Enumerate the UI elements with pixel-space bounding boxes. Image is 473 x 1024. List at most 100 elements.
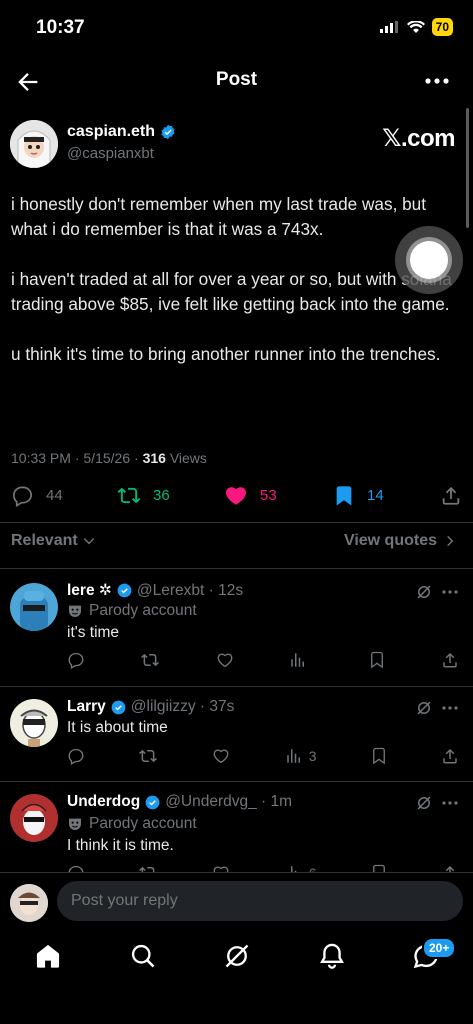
avatar-image <box>10 699 58 747</box>
more-button[interactable] <box>423 70 451 92</box>
watermark-text: 𝕏.com <box>382 125 455 152</box>
author-handle[interactable]: @caspianxbt <box>67 145 154 162</box>
composer-avatar[interactable] <box>10 884 48 922</box>
views-icon <box>290 866 296 872</box>
reply-repost-button[interactable] <box>138 747 158 765</box>
repost-icon <box>139 749 158 763</box>
reply-avatar[interactable] <box>10 583 58 631</box>
more-icon[interactable] <box>441 589 459 595</box>
grok-icon[interactable] <box>223 942 251 970</box>
reply-like-button[interactable] <box>211 864 231 872</box>
reply-author-name[interactable]: Underdog <box>67 793 140 811</box>
share-button[interactable] <box>440 484 462 507</box>
reply-item[interactable]: Larry @lilgiizzy · 37s It is about time … <box>0 687 473 781</box>
reply-like-button[interactable] <box>211 747 231 765</box>
reply-author-name[interactable]: lere ✲ <box>67 581 112 600</box>
post-paragraph: u think it's time to bring another runne… <box>11 344 441 364</box>
bookmark-icon <box>372 864 385 872</box>
sort-relevant-dropdown[interactable]: Relevant <box>11 532 96 550</box>
reply-share-button[interactable] <box>441 864 459 872</box>
grok-icon[interactable] <box>415 699 433 717</box>
reply-views-count: 6 <box>309 865 317 872</box>
author-avatar[interactable] <box>10 120 58 168</box>
views-count: 316 <box>142 450 166 466</box>
reply-repost-button[interactable] <box>140 651 160 669</box>
page-title: Post <box>215 69 258 90</box>
post-meta: 10:33 PM · 5/15/26 · 316 Views <box>11 450 207 466</box>
view-quotes-label: View quotes <box>343 532 437 549</box>
status-time: 10:37 <box>36 17 85 38</box>
assistive-touch-button[interactable] <box>395 226 463 294</box>
more-icon[interactable] <box>441 800 459 806</box>
reply-avatar[interactable] <box>10 794 58 842</box>
author-name-row[interactable]: caspian.eth <box>67 123 176 141</box>
heart-icon <box>214 749 229 764</box>
messages-badge: 20+ <box>422 937 457 959</box>
grok-icon[interactable] <box>415 583 433 601</box>
repost-icon <box>140 653 159 667</box>
reply-item[interactable]: lere ✲ @Lerexbt · 12s Parody account it'… <box>0 569 473 686</box>
chevron-down-icon <box>83 538 94 545</box>
avatar-image <box>10 794 58 842</box>
views-label: Views <box>169 450 207 466</box>
reply-action[interactable]: 44 <box>11 484 63 507</box>
post-date[interactable]: 5/15/26 <box>83 450 130 466</box>
reply-like-button[interactable] <box>215 651 235 669</box>
bookmark-icon <box>371 651 384 669</box>
assistive-touch-dot <box>410 241 448 279</box>
reply-icon <box>68 865 84 872</box>
back-button[interactable] <box>14 68 42 96</box>
reply-text: It is about time <box>67 719 168 736</box>
parody-mask-icon <box>69 605 81 617</box>
reply-bookmark-button[interactable] <box>370 747 388 765</box>
reply-icon <box>13 486 32 507</box>
reply-share-button[interactable] <box>441 651 459 669</box>
reply-views-button[interactable]: 6 <box>285 864 317 872</box>
bookmark-count: 14 <box>367 487 384 504</box>
bookmark-icon <box>372 747 385 765</box>
grok-icon[interactable] <box>415 794 433 812</box>
reply-share-button[interactable] <box>441 747 459 765</box>
bell-icon[interactable] <box>318 942 346 970</box>
reply-views-button[interactable] <box>289 651 313 669</box>
reply-item[interactable]: Underdog @Underdvg_ · 1m Parody account … <box>0 782 473 872</box>
reply-input[interactable] <box>57 881 463 921</box>
reply-reply-button[interactable] <box>67 747 85 765</box>
more-icon[interactable] <box>441 705 459 711</box>
verified-icon <box>111 700 126 714</box>
reply-repost-button[interactable] <box>138 864 158 872</box>
more-icon <box>425 78 449 84</box>
chevron-right-icon <box>447 535 454 547</box>
search-icon[interactable] <box>129 942 157 970</box>
reply-reply-button[interactable] <box>67 864 85 872</box>
repost-action[interactable]: 36 <box>117 484 170 507</box>
reply-reply-button[interactable] <box>67 651 85 669</box>
reply-avatar[interactable] <box>10 699 58 747</box>
reply-handle[interactable]: @Lerexbt · 12s <box>137 582 243 600</box>
reply-handle[interactable]: @Underdvg_ · 1m <box>165 793 292 811</box>
reply-views-count: 3 <box>308 748 317 764</box>
post-paragraph: i haven't traded at all for over a year … <box>11 269 452 314</box>
reply-icon <box>68 748 84 765</box>
heart-icon <box>217 653 232 668</box>
post-time[interactable]: 10:33 PM <box>11 450 71 466</box>
reply-icon <box>68 652 84 669</box>
avatar-image <box>10 884 48 922</box>
author-name[interactable]: caspian.eth <box>67 123 155 141</box>
parody-label: Parody account <box>67 602 197 620</box>
home-icon[interactable] <box>34 942 62 970</box>
reply-handle[interactable]: @lilgiizzy · 37s <box>131 698 235 716</box>
reply-bookmark-button[interactable] <box>370 864 388 872</box>
view-quotes-link[interactable]: View quotes <box>344 532 457 550</box>
reply-author-name[interactable]: Larry <box>67 698 106 716</box>
share-icon <box>445 865 455 872</box>
post-text: i honestly don't remember when my last t… <box>11 192 461 392</box>
scrollbar[interactable] <box>466 108 469 228</box>
reply-views-button[interactable]: 3 <box>285 747 317 765</box>
bookmark-action[interactable]: 14 <box>333 484 384 507</box>
like-action[interactable]: 53 <box>224 484 277 507</box>
parody-text: Parody account <box>89 815 197 832</box>
reply-bookmark-button[interactable] <box>368 651 386 669</box>
repost-icon <box>139 866 155 872</box>
back-arrow-icon <box>18 73 38 91</box>
